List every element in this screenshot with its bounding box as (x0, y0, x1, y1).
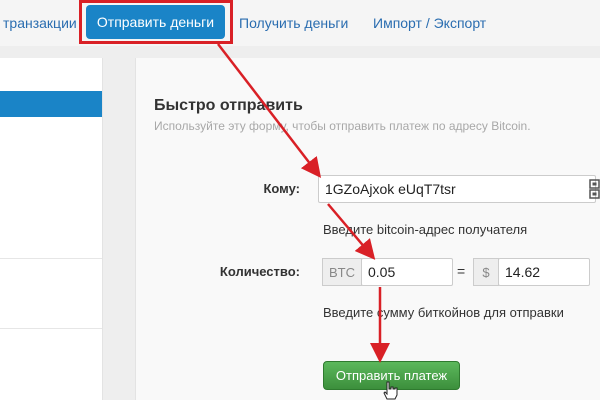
sidebar-divider (0, 328, 102, 329)
tab-import-export[interactable]: Импорт / Экспорт (373, 15, 486, 31)
panel-title: Быстро отправить (154, 97, 303, 114)
qr-code-icon[interactable] (589, 179, 600, 199)
recipient-address-input[interactable]: 1GZoAjxok eUqT7tsr (318, 175, 596, 203)
annotation-highlight-box (79, 0, 233, 44)
equals-sign: = (457, 263, 466, 279)
sidebar (0, 58, 103, 400)
sidebar-item-active[interactable] (0, 91, 102, 117)
to-label: Кому: (263, 181, 300, 196)
usd-addon: $ (473, 258, 499, 286)
recipient-help-text: Введите bitcoin-адрес получателя (323, 222, 528, 237)
tab-receive-money[interactable]: Получить деньги (239, 15, 348, 31)
hand-pointer-icon (383, 381, 398, 400)
sidebar-divider (0, 258, 102, 259)
amount-label: Количество: (219, 264, 300, 279)
panel-subtitle: Используйте эту форму, чтобы отправить п… (154, 119, 531, 133)
btc-addon: BTC (322, 258, 362, 286)
usd-amount-input[interactable]: 14.62 (498, 258, 590, 286)
tab-transactions[interactable]: транзакции (3, 15, 77, 31)
btc-amount-input[interactable]: 0.05 (361, 258, 453, 286)
amount-help-text: Введите сумму биткойнов для отправки (323, 305, 564, 320)
